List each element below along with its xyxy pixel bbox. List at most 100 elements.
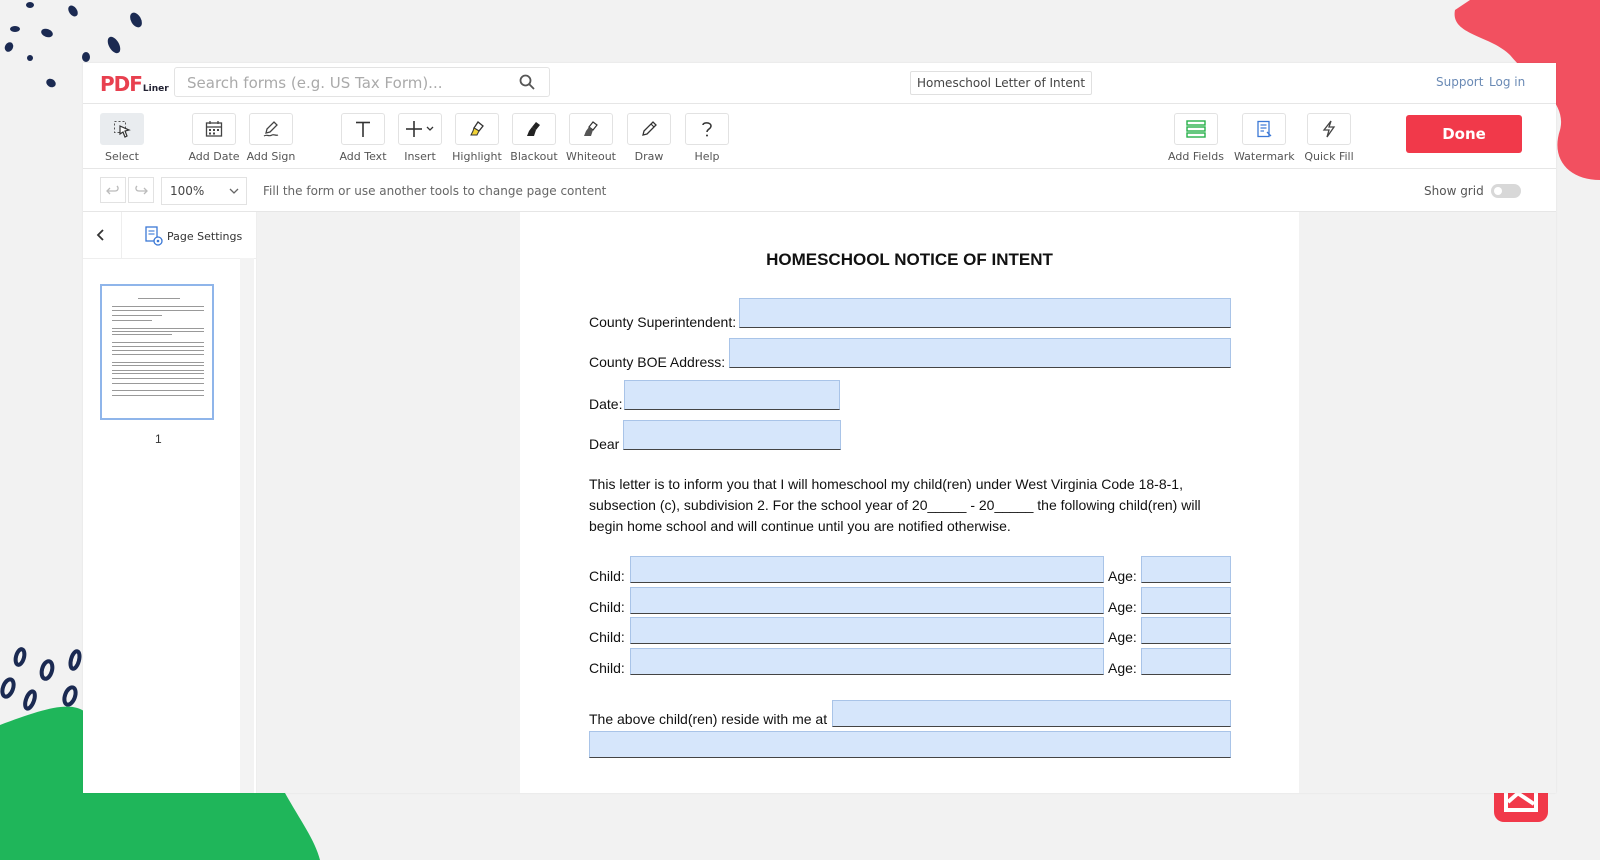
child-age-field-3[interactable] [1141,617,1231,644]
document-canvas: HOMESCHOOL NOTICE OF INTENT County Super… [257,212,1556,793]
child-name-field-1[interactable] [630,556,1104,583]
date-label: Date: [589,396,623,412]
insert-label: Insert [404,150,436,163]
select-cursor-icon [114,121,131,138]
whiteout-tool[interactable]: Whiteout [561,113,621,163]
eraser-icon [584,121,598,136]
sidebar-scrollbar[interactable] [240,258,254,793]
pdfliner-logo[interactable]: PDFLiner [100,72,169,96]
page-settings-label: Page Settings [167,229,243,243]
watermark-doc-icon [1257,120,1272,138]
date-field[interactable] [624,380,840,410]
page-settings-button[interactable]: Page Settings [145,226,242,246]
document-name[interactable]: Homeschool Letter of Intent [910,71,1093,95]
chevron-left-icon [96,229,104,241]
highlight-tool[interactable]: Highlight [447,113,507,163]
blackout-brush-icon [527,122,540,136]
dear-field[interactable] [623,420,841,450]
signature-pen-icon [263,121,279,137]
whiteout-label: Whiteout [566,150,616,163]
search-box [174,67,550,97]
fields-list-icon [1186,120,1206,138]
zoom-select[interactable]: 100% [161,177,247,205]
watermark-tool[interactable]: Watermark [1234,113,1295,163]
county-boe-label: County BOE Address: [589,354,726,370]
login-link[interactable]: Log in [1489,75,1525,89]
show-grid-label: Show grid [1424,184,1484,198]
logo-subtext: Liner [142,84,169,94]
reside-label: The above child(ren) reside with me at [589,711,828,727]
child-age-field-1[interactable] [1141,556,1231,583]
support-link[interactable]: Support [1436,75,1483,89]
logo-text: PDF [100,72,143,96]
pdf-editor-window: PDFLiner Homeschool Letter of Intent Sup… [83,63,1556,793]
undo-button[interactable] [100,177,126,203]
draw-tool[interactable]: Draw [619,113,679,163]
quick-fill-tool[interactable]: Quick Fill [1299,113,1359,163]
county-superintendent-field[interactable] [739,298,1231,328]
page-number: 1 [155,432,162,446]
search-input[interactable] [185,69,509,97]
add-fields-label: Add Fields [1168,150,1224,163]
add-text-tool[interactable]: Add Text [333,113,393,163]
child-label: Child: [589,660,625,676]
child-label: Child: [589,599,625,615]
child-name-field-3[interactable] [630,617,1104,644]
county-superintendent-label: County Superintendent: [589,314,737,330]
text-t-icon [356,121,370,137]
lightning-icon [1322,120,1336,138]
intent-paragraph: This letter is to inform you that I will… [589,476,1201,534]
page-settings-icon [145,226,163,246]
add-sign-tool[interactable]: Add Sign [241,113,301,163]
help-label: Help [694,150,720,163]
question-mark-icon [702,122,712,137]
add-fields-tool[interactable]: Add Fields [1166,113,1226,163]
top-bar: PDFLiner Homeschool Letter of Intent Sup… [83,63,1556,104]
select-tool-label: Select [105,150,139,163]
residence-address-field-1[interactable] [832,700,1231,727]
zoom-value: 100% [170,184,205,198]
age-label: Age: [1108,629,1137,645]
residence-address-field-2[interactable] [589,731,1231,758]
highlighter-icon [470,121,484,136]
add-sign-label: Add Sign [246,150,296,163]
chevron-down-icon [229,188,239,194]
document-title: HOMESCHOOL NOTICE OF INTENT [766,250,1053,269]
help-tool[interactable]: Help [677,113,737,163]
add-text-label: Add Text [339,150,387,163]
county-boe-address-field[interactable] [729,338,1231,368]
calendar-icon [205,121,223,137]
draw-label: Draw [634,150,664,163]
highlight-label: Highlight [452,150,502,163]
insert-tool[interactable]: Insert [390,113,450,163]
watermark-label: Watermark [1234,150,1295,163]
sidebar-divider [121,212,122,258]
show-grid-toggle[interactable] [1491,184,1521,198]
child-label: Child: [589,629,625,645]
page-thumbnail[interactable] [100,284,214,420]
search-icon[interactable] [519,74,535,90]
blackout-tool[interactable]: Blackout [504,113,564,163]
redo-button[interactable] [128,177,154,203]
plus-icon [406,121,422,137]
done-button[interactable]: Done [1406,115,1522,153]
chevron-down-icon [426,126,434,131]
sub-toolbar: 100% Fill the form or use another tools … [83,169,1556,212]
child-name-field-2[interactable] [630,587,1104,614]
document-page: HOMESCHOOL NOTICE OF INTENT County Super… [520,212,1299,793]
toolbar: Select Add Date Add Sign Add Text Insert… [83,104,1556,169]
age-label: Age: [1108,660,1137,676]
redo-icon [135,185,148,195]
child-age-field-4[interactable] [1141,648,1231,675]
add-date-label: Add Date [188,150,240,163]
pen-draw-icon [642,121,657,136]
child-name-field-4[interactable] [630,648,1104,675]
add-date-tool[interactable]: Add Date [184,113,244,163]
child-age-field-2[interactable] [1141,587,1231,614]
select-tool[interactable]: Select [92,113,152,163]
page-sidebar: Page Settings 1 [83,212,257,793]
child-label: Child: [589,568,625,584]
editor-hint: Fill the form or use another tools to ch… [263,184,607,198]
collapse-sidebar-button[interactable] [91,225,111,245]
sidebar-header: Page Settings [83,212,256,259]
